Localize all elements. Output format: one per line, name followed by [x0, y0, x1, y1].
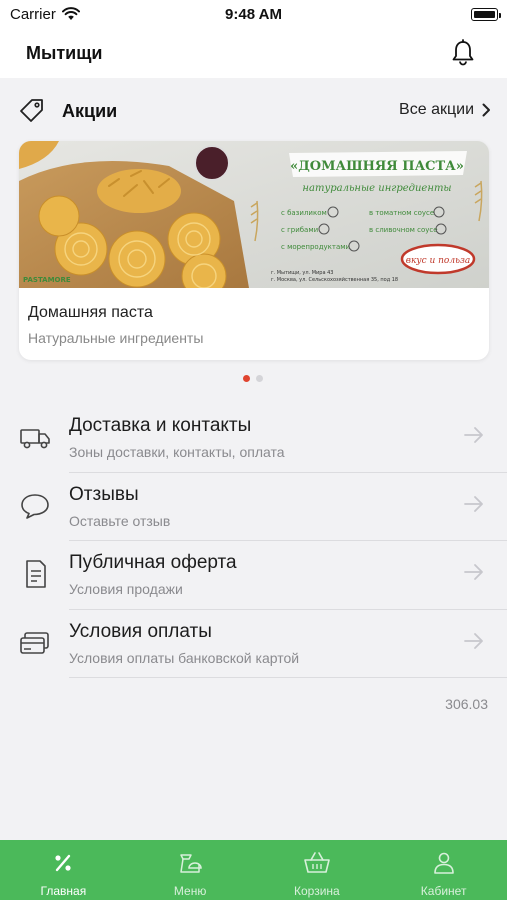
status-bar: Carrier 9:48 AM [0, 0, 507, 30]
nav-bar: Мытищи [0, 30, 507, 78]
carousel-page-indicator [243, 375, 263, 382]
tab-label: Корзина [294, 884, 340, 898]
tab-cart[interactable]: Корзина [254, 840, 381, 900]
tab-label: Кабинет [420, 884, 467, 898]
info-menu-list: Доставка и контакты Зоны доставки, конта… [0, 404, 507, 678]
banner-feature-4: в сливочном соусе [369, 226, 438, 234]
promotions-header: Акции Все акции [0, 90, 507, 132]
banner-feature-1: с базиликом [281, 209, 327, 217]
banner-tagline: натуральные ингредиенты [302, 183, 451, 194]
menu-item-subtitle: Условия продажи [69, 581, 183, 597]
all-promotions-link[interactable]: Все акции [399, 101, 491, 119]
basket-icon [304, 852, 330, 873]
arrow-right-icon [464, 564, 483, 580]
banner-brand: PASTAMORE [23, 276, 71, 284]
person-icon [433, 852, 454, 874]
arrow-right-icon [464, 495, 483, 512]
menu-item-subtitle: Условия оплаты банковской картой [69, 649, 300, 666]
promotion-banner-image: «ДОМАШНЯЯ ПАСТА» натуральные ингредиенты… [19, 141, 489, 288]
pasta-banner-graphic: «ДОМАШНЯЯ ПАСТА» натуральные ингредиенты… [19, 141, 489, 288]
menu-item-subtitle: Зоны доставки, контакты, оплата [69, 444, 285, 460]
arrow-right-icon [464, 632, 483, 649]
page-dot-active [243, 375, 250, 382]
promotion-card-subtitle: Натуральные ингредиенты [28, 330, 204, 346]
banner-stamp: вкус и польза [406, 256, 471, 266]
app-version: 306.03 [445, 696, 488, 712]
menu-item-delivery[interactable]: Доставка и контакты Зоны доставки, конта… [0, 404, 507, 473]
tab-label: Меню [173, 884, 207, 898]
menu-dish-icon [180, 854, 202, 873]
divider [69, 677, 507, 678]
tab-account[interactable]: Кабинет [380, 840, 507, 900]
menu-item-payment-terms[interactable]: Условия оплаты Условия оплаты банковской… [0, 610, 507, 678]
banner-feature-5: с морепродуктами [281, 243, 350, 251]
promotion-card[interactable]: «ДОМАШНЯЯ ПАСТА» натуральные ингредиенты… [19, 141, 489, 360]
banner-headline: «ДОМАШНЯЯ ПАСТА» [290, 159, 464, 174]
banner-address-2: г. Москва, ул. Сельскохозяйственная 35, … [271, 276, 398, 283]
promotion-card-title: Домашняя паста [28, 304, 153, 321]
document-icon [26, 560, 46, 588]
banner-feature-2: в томатном соусе [369, 209, 434, 217]
menu-item-subtitle: Оставьте отзыв [69, 512, 171, 529]
clock: 9:48 AM [225, 6, 282, 23]
tab-menu[interactable]: Меню [127, 840, 254, 900]
bell-icon[interactable] [450, 39, 476, 67]
menu-item-reviews[interactable]: Отзывы Оставьте отзыв [0, 473, 507, 541]
battery-icon [471, 8, 501, 21]
tab-home[interactable]: Главная [0, 840, 127, 900]
truck-icon [20, 429, 50, 449]
credit-card-icon [20, 631, 49, 654]
chevron-right-icon [482, 103, 490, 117]
tab-bar: Главная Меню Корзина Кабинет [0, 840, 507, 900]
percent-icon [55, 854, 71, 872]
speech-bubble-icon [21, 493, 49, 519]
page-dot [256, 375, 263, 382]
tab-label: Главная [40, 884, 87, 898]
banner-address-1: г. Мытищи, ул. Мира 43 [271, 270, 333, 276]
menu-item-title: Публичная оферта [69, 552, 237, 573]
promotions-title: Акции [62, 101, 118, 121]
menu-item-title: Доставка и контакты [69, 415, 252, 436]
tag-icon [20, 99, 43, 122]
menu-item-title: Отзывы [69, 483, 139, 505]
city-selector[interactable]: Мытищи [26, 43, 103, 64]
all-promotions-label: Все акции [399, 101, 474, 118]
menu-item-title: Условия оплаты [69, 620, 212, 642]
arrow-right-icon [464, 427, 483, 443]
menu-item-public-offer[interactable]: Публичная оферта Условия продажи [0, 541, 507, 610]
banner-feature-3: с грибами [281, 226, 318, 234]
